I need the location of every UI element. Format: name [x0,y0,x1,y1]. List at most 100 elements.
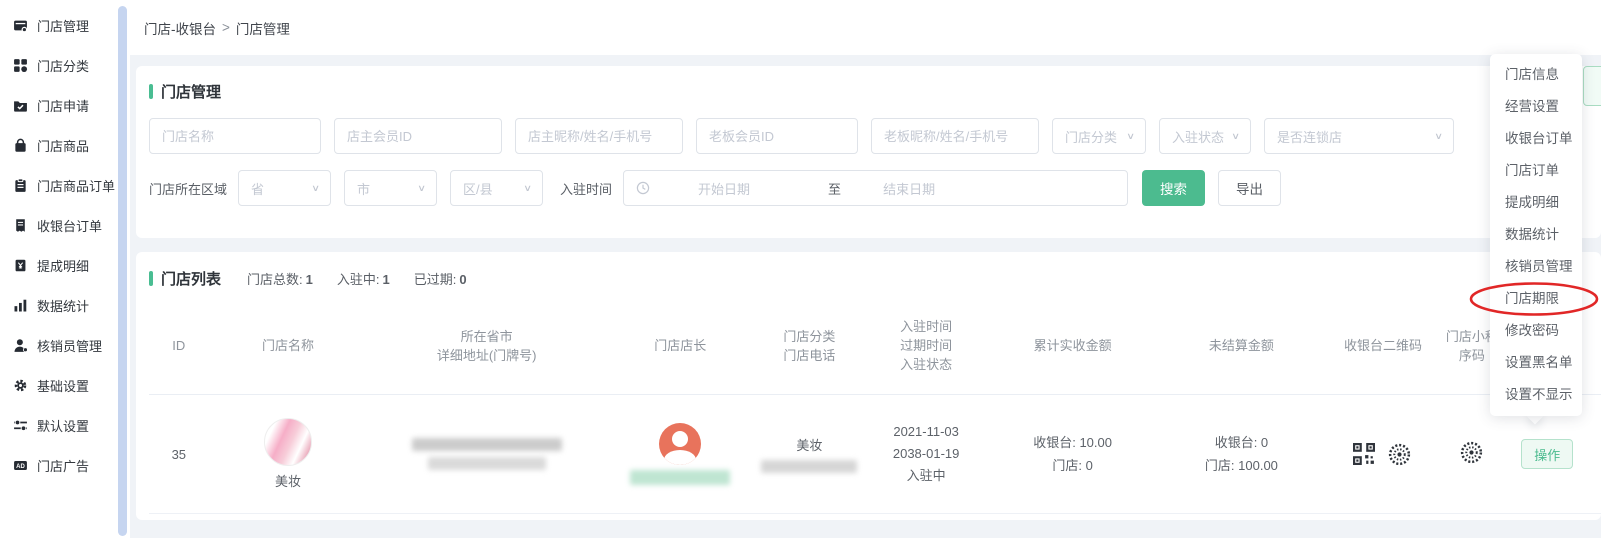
chain-store-select[interactable]: 是否连锁店∨ [1264,118,1454,154]
header-manager: 门店店长 [606,336,755,355]
qr-code-icon[interactable] [1353,443,1375,465]
cell-received: 收银台: 10.00 门店: 0 [988,431,1157,477]
sidebar-item-cashier-orders[interactable]: 收银台订单 [0,205,118,245]
cell-unsettled: 收银台: 0 门店: 100.00 [1157,431,1326,477]
sidebar-item-label: 门店分类 [37,56,89,75]
add-store-button[interactable] [1583,66,1601,106]
store-name-text: 美妆 [275,471,301,490]
header-id: ID [149,336,209,355]
store-category-select[interactable]: 门店分类∨ [1052,118,1146,154]
menu-item-set-blacklist[interactable]: 设置黑名单 [1490,347,1582,379]
sidebar-scrollbar[interactable] [118,6,127,536]
district-select[interactable]: 区/县∨ [450,170,543,206]
sidebar-item-label: 提成明细 [37,256,89,275]
boss-member-id-input[interactable] [696,118,858,154]
svg-text:AD: AD [16,464,25,470]
header-unsettled-amount: 未结算金额 [1157,336,1326,355]
cell-time: 2021-11-03 2038-01-19 入驻中 [864,421,988,487]
store-list-panel: 门店列表 门店总数:1 入驻中:1 已过期:0 ID 门店名称 所在省市详细地址… [136,252,1601,520]
sidebar-item-label: 门店商品订单 [37,176,115,195]
chevron-down-icon: ∨ [311,183,320,194]
sidebar-item-store-category[interactable]: 门店分类 [0,45,118,85]
cell-category: 美妆 [755,435,864,473]
menu-item-store-orders[interactable]: 门店订单 [1490,155,1582,187]
province-select[interactable]: 省∨ [238,170,331,206]
join-time-label: 入驻时间 [560,179,612,198]
cell-manager [606,423,755,485]
store-stats: 门店总数:1 入驻中:1 已过期:0 [247,269,467,288]
filter-panel-title: 门店管理 [161,81,221,102]
table-header: ID 门店名称 所在省市详细地址(门牌号) 门店店长 门店分类门店电话 入驻时间… [149,289,1601,395]
breadcrumb-separator: > [222,20,230,35]
menu-item-store-info[interactable]: 门店信息 [1490,59,1582,91]
export-button[interactable]: 导出 [1218,170,1281,206]
blurred-manager-name [630,470,730,485]
chevron-down-icon: ∨ [523,183,532,194]
miniprogram-qr-icon[interactable] [1459,440,1484,465]
store-name-input[interactable] [149,118,321,154]
sidebar-item-label: 数据统计 [37,296,89,315]
sidebar-item-default-settings[interactable]: 默认设置 [0,405,118,445]
cell-store-name: 美妆 [209,418,368,490]
chevron-down-icon: ∨ [1434,131,1443,142]
sidebar-item-verifier-management[interactable]: 核销员管理 [0,325,118,365]
owner-info-input[interactable] [515,118,683,154]
stat-total-value: 1 [306,272,313,287]
blurred-address-line [428,457,546,470]
sidebar-item-data-statistics[interactable]: 数据统计 [0,285,118,325]
menu-item-verifier-management[interactable]: 核销员管理 [1490,251,1582,283]
menu-item-business-settings[interactable]: 经营设置 [1490,91,1582,123]
chevron-down-icon: ∨ [1231,131,1240,142]
expire-time: 2038-01-19 [864,443,988,465]
sidebar: 门店管理 门店分类 门店申请 门店商品 门店商品订单 收银台订单 提成明细 数据… [0,0,118,538]
header-received-amount: 累计实收金额 [988,336,1157,355]
menu-item-change-password[interactable]: 修改密码 [1490,315,1582,347]
money-book-icon [13,258,28,273]
unsettled-cashier: 收银台: 0 [1157,431,1326,454]
header-category: 门店分类门店电话 [755,327,864,365]
breadcrumb-current: 门店管理 [236,18,290,38]
store-avatar [264,418,312,466]
settle-status-select[interactable]: 入驻状态∨ [1159,118,1251,154]
sidebar-item-store-application[interactable]: 门店申请 [0,85,118,125]
menu-item-data-statistics[interactable]: 数据统计 [1490,219,1582,251]
stat-active-label: 入驻中: [337,272,380,287]
sidebar-item-basic-settings[interactable]: 基础设置 [0,365,118,405]
sidebar-item-store-management[interactable]: 门店管理 [0,5,118,45]
sliders-icon [13,418,28,433]
receipt-icon [13,218,28,233]
sidebar-item-store-goods-orders[interactable]: 门店商品订单 [0,165,118,205]
sidebar-item-store-ads[interactable]: AD 门店广告 [0,445,118,485]
sidebar-item-commission-detail[interactable]: 提成明细 [0,245,118,285]
title-accent-bar [149,271,153,286]
city-select[interactable]: 市∨ [344,170,437,206]
date-start-placeholder: 开始日期 [698,179,750,198]
ad-badge-icon: AD [13,458,28,473]
folder-check-icon [13,98,28,113]
bar-chart-icon [13,298,28,313]
sidebar-item-label: 门店商品 [37,136,89,155]
sidebar-item-label: 基础设置 [37,376,89,395]
chevron-down-icon: ∨ [417,183,426,194]
row-action-menu: 门店信息 经营设置 收银台订单 门店订单 提成明细 数据统计 核销员管理 门店期… [1490,54,1582,416]
owner-member-id-input[interactable] [334,118,502,154]
row-action-button[interactable]: 操作 [1521,439,1573,469]
search-button[interactable]: 搜索 [1142,170,1205,206]
menu-item-cashier-orders[interactable]: 收银台订单 [1490,123,1582,155]
menu-item-commission-detail[interactable]: 提成明细 [1490,187,1582,219]
sidebar-item-store-goods[interactable]: 门店商品 [0,125,118,165]
main-content: 门店-收银台 > 门店管理 门店管理 门店分类∨ 入驻状态∨ 是否连锁店∨ [130,0,1601,538]
received-cashier: 收银台: 10.00 [988,431,1157,454]
category-grid-icon [13,58,28,73]
boss-info-input[interactable] [871,118,1039,154]
stat-expired-value: 0 [459,272,466,287]
menu-item-set-hidden[interactable]: 设置不显示 [1490,379,1582,411]
date-range-picker[interactable]: 开始日期 至 结束日期 [623,170,1128,206]
filter-row-2: 门店所在区域 省∨ 市∨ 区/县∨ 入驻时间 开始日期 至 结束日期 搜索 导出 [149,170,1601,206]
clipboard-icon [13,178,28,193]
stat-expired-label: 已过期: [414,272,457,287]
settle-status: 入驻中 [864,465,988,487]
miniprogram-qr-icon[interactable] [1387,442,1412,467]
category-text: 美妆 [755,435,864,454]
menu-item-store-term[interactable]: 门店期限 [1490,283,1582,315]
